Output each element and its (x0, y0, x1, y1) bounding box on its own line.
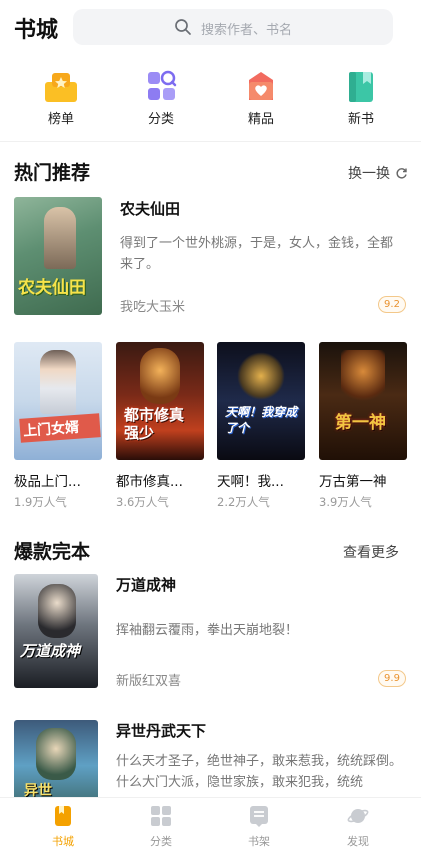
cover-figure (44, 207, 76, 269)
grid-book-cover[interactable]: 上门女婿 (14, 342, 102, 460)
grid-book-name[interactable]: 天啊！我... (217, 470, 305, 490)
page-title: 书城 (14, 17, 59, 43)
cover-title-text: 第一神 (335, 413, 386, 433)
grid-book-cover[interactable]: 天啊！我穿成了个 (217, 342, 305, 460)
featured-book-title[interactable]: 农夫仙田 (120, 198, 180, 219)
category-row: 榜单 分类 精品 新书 (0, 70, 421, 130)
grid-book-name[interactable]: 万古第一神 (319, 470, 407, 490)
category-new[interactable]: 新书 (326, 70, 396, 130)
nav-label: 书城 (52, 835, 74, 848)
cover-figure (237, 352, 285, 400)
featured-book-author: 我吃大玉米 (120, 300, 186, 315)
category-label: 新书 (347, 112, 374, 127)
complete-section-title: 爆款完本 (14, 541, 91, 563)
grid-book-popularity: 1.9万人气 (14, 495, 67, 509)
category-ranking[interactable]: 榜单 (26, 70, 96, 130)
category-grid-icon (151, 806, 171, 826)
grid-book-cover[interactable]: 第一神 (319, 342, 407, 460)
grid-book-name[interactable]: 极品上门... (14, 470, 102, 490)
bookshelf-icon (250, 806, 268, 827)
search-icon (175, 19, 191, 35)
view-more-button[interactable]: 查看更多 (343, 542, 399, 562)
complete-book-title[interactable]: 异世丹武天下 (116, 720, 206, 741)
cover-figure (40, 350, 76, 414)
ranking-icon (45, 73, 77, 102)
nav-label: 分类 (150, 835, 172, 848)
nav-label: 书架 (248, 835, 270, 848)
refresh-icon (396, 167, 407, 178)
complete-book-description: 挥袖翻云覆雨，拳出天崩地裂！ (116, 623, 299, 638)
cover-figure (341, 350, 385, 404)
refresh-label: 换一换 (348, 166, 390, 182)
category-label: 精品 (247, 112, 274, 127)
hot-section-title: 热门推荐 (14, 162, 91, 184)
search-bar[interactable]: 搜索作者、书名 (73, 9, 393, 45)
featured-book-cover[interactable]: 农夫仙田 (14, 197, 102, 315)
cover-title-text: 天啊！我穿成了个 (225, 405, 298, 435)
cover-figure (140, 348, 180, 404)
discover-icon (347, 809, 369, 823)
cover-figure (38, 584, 76, 638)
featured-book-description: 得到了一个世外桃源，于是，女人，金钱，全都来了。 (120, 236, 394, 272)
score-badge: 9.9 (378, 670, 406, 687)
grid-book-popularity: 3.9万人气 (319, 495, 372, 509)
bottom-nav: 书城 分类 书架 发现 (0, 797, 421, 851)
category-icon (148, 70, 177, 100)
search-placeholder: 搜索作者、书名 (201, 23, 293, 38)
grid-book-popularity: 3.6万人气 (116, 495, 169, 509)
cover-title-text: 农夫仙田 (18, 278, 86, 298)
header: 书城 搜索作者、书名 (0, 0, 421, 56)
new-book-icon (349, 72, 373, 102)
grid-book-popularity: 2.2万人气 (217, 495, 270, 509)
bookstore-icon (55, 806, 71, 826)
cover-title-text: 万道成神 (20, 642, 81, 660)
category-label: 榜单 (47, 112, 74, 127)
nav-discover[interactable]: 发现 (318, 798, 398, 851)
category-classify[interactable]: 分类 (126, 70, 196, 130)
grid-book-name[interactable]: 都市修真... (116, 470, 204, 490)
score-badge: 9.2 (378, 296, 406, 313)
cover-figure (36, 728, 76, 780)
cover-title-text: 都市修真强少 (124, 406, 185, 442)
nav-bookstore[interactable]: 书城 (23, 798, 103, 851)
complete-book-description: 什么天才圣子，绝世神子，敢来惹我，统统踩倒。什么大门大派，隐世家族，敢来犯我，统… (116, 754, 403, 790)
cover-title-text: 上门女婿 (19, 413, 101, 443)
complete-book-title[interactable]: 万道成神 (116, 574, 176, 595)
nav-category[interactable]: 分类 (121, 798, 201, 851)
grid-book-cover[interactable]: 都市修真强少 (116, 342, 204, 460)
complete-book-cover[interactable]: 万道成神 (14, 574, 98, 688)
nav-bookshelf[interactable]: 书架 (219, 798, 299, 851)
premium-icon (249, 72, 273, 100)
refresh-button[interactable]: 换一换 (348, 163, 408, 183)
complete-book-author: 新版红双喜 (116, 674, 182, 689)
divider (0, 141, 421, 142)
category-premium[interactable]: 精品 (226, 70, 296, 130)
nav-label: 发现 (347, 835, 369, 848)
category-label: 分类 (147, 112, 174, 127)
bookstore-page: 书城 搜索作者、书名 榜单 分类 精品 新书 热门推荐 换一换 农夫仙田 农夫仙… (0, 0, 421, 851)
